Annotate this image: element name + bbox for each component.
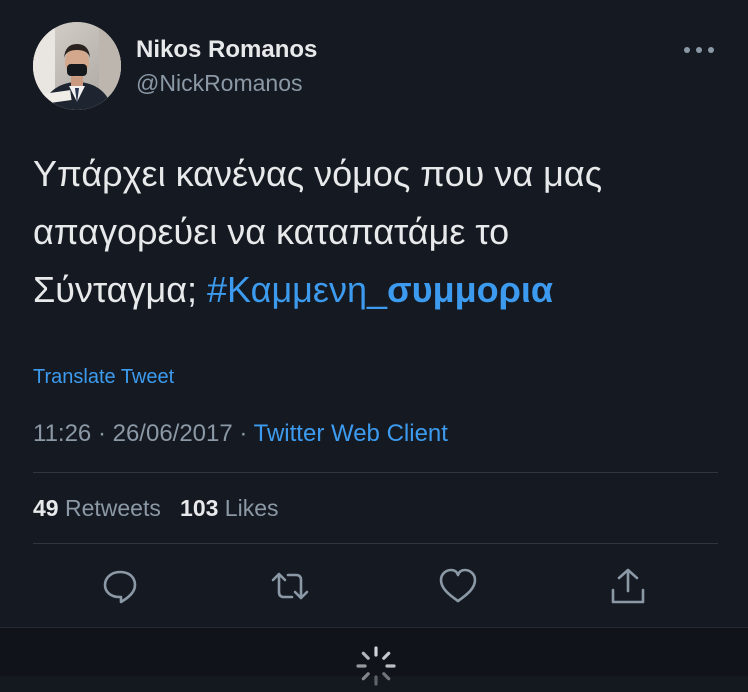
loading-spinner-icon xyxy=(355,645,397,687)
divider xyxy=(33,543,718,544)
tweet-text-fragment: απαγορεύει να καταπατάμε το xyxy=(33,211,510,252)
tweet-meta: 11:26 · 26/06/2017 · Twitter Web Client xyxy=(33,420,448,448)
retweets-stat[interactable]: 49 Retweets xyxy=(33,495,161,521)
tweet-text: Υπάρχει κανένας νόμος που να μας απαγορε… xyxy=(33,145,713,319)
hashtag-part-bold: συμμορια xyxy=(387,269,554,310)
tweet-text-line: Υπάρχει κανένας νόμος που να μας xyxy=(33,153,603,194)
more-horizontal-icon xyxy=(684,47,714,53)
likes-stat[interactable]: 103 Likes xyxy=(180,495,278,521)
heart-icon xyxy=(439,568,477,603)
share-icon xyxy=(611,568,645,604)
tweet-text-line: Σύνταγμα; #Καμμενη_συμμορια xyxy=(33,261,713,319)
translate-tweet-link[interactable]: Translate Tweet xyxy=(33,366,174,389)
avatar-image xyxy=(33,22,121,110)
retweet-icon xyxy=(271,572,309,600)
tweet-client-link[interactable]: Twitter Web Client xyxy=(254,420,448,447)
tweet-time[interactable]: 11:26 xyxy=(33,420,91,447)
reply-icon xyxy=(103,570,137,604)
likes-count: 103 xyxy=(180,495,219,521)
reply-button[interactable] xyxy=(100,566,140,606)
retweets-label: Retweets xyxy=(64,495,161,521)
retweet-button[interactable] xyxy=(270,566,310,606)
user-name[interactable]: Nikos Romanos xyxy=(136,36,317,64)
meta-separator: · xyxy=(232,420,254,447)
hashtag-link[interactable]: #Καμμενη_συμμορια xyxy=(207,269,553,310)
like-button[interactable] xyxy=(438,566,478,606)
tweet-text-fragment: Σύνταγμα; xyxy=(33,269,208,310)
tweet-stats: 49 Retweets 103 Likes xyxy=(33,495,279,522)
meta-separator: · xyxy=(91,420,113,447)
avatar[interactable] xyxy=(33,22,121,110)
divider xyxy=(33,472,718,473)
more-options-button[interactable] xyxy=(682,42,716,58)
retweets-count: 49 xyxy=(33,495,59,521)
tweet-date[interactable]: 26/06/2017 xyxy=(113,420,233,447)
share-button[interactable] xyxy=(608,566,648,606)
tweet-card: Nikos Romanos @NickRomanos Υπάρχει κανέν… xyxy=(0,0,748,627)
likes-label: Likes xyxy=(224,495,279,521)
user-handle[interactable]: @NickRomanos xyxy=(136,70,303,97)
hashtag-part: #Καμμενη_ xyxy=(207,269,388,310)
tweet-text-line: απαγορεύει να καταπατάμε το xyxy=(33,203,713,261)
